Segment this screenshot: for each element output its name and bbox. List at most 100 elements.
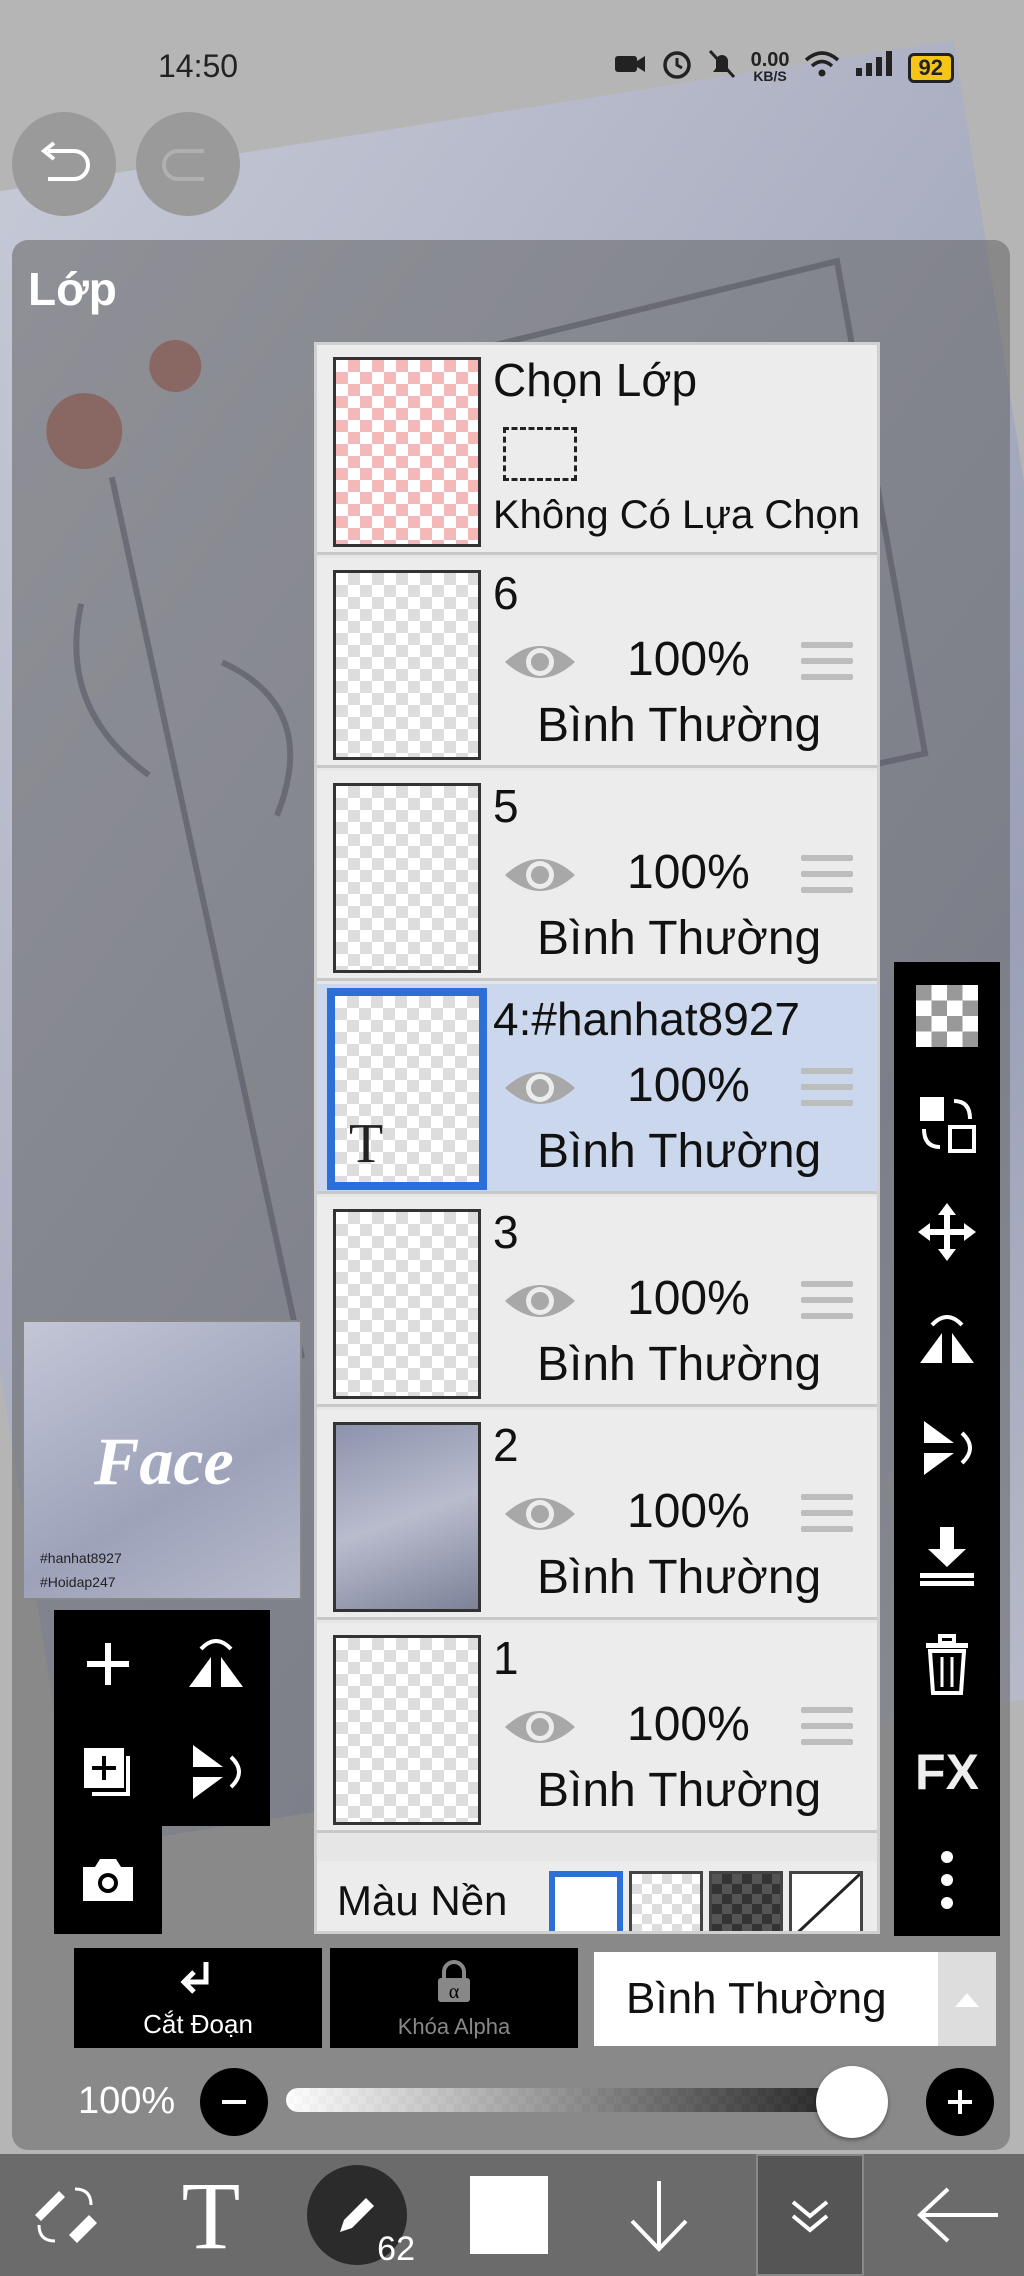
layer-opacity: 100% <box>627 846 750 899</box>
add-layer-button[interactable] <box>54 1610 162 1718</box>
brush-eraser-switch-icon <box>35 2187 97 2243</box>
layer-list[interactable]: Chọn Lớp Không Có Lựa Chọn 6 100% Bình Thư… <box>314 342 880 1934</box>
selection-layer-status: Không Có Lựa Chọn <box>493 493 861 537</box>
layer-row[interactable]: 3 100% Bình Thường <box>317 1197 877 1407</box>
alpha-lock-button[interactable]: α Khóa Alpha <box>330 1948 578 2048</box>
background-label: Màu Nền <box>337 1877 508 1924</box>
drag-handle-icon[interactable] <box>801 642 853 688</box>
layer-tools-grid <box>54 1610 270 1934</box>
background-custom-swatch[interactable] <box>789 1871 863 1931</box>
signal-icon <box>854 50 894 85</box>
opacity-increase-button[interactable] <box>926 2068 994 2136</box>
selection-layer-thumbnail <box>333 357 481 547</box>
lock-icon: α <box>438 1960 470 2003</box>
duplicate-layer-button[interactable] <box>54 1718 162 1826</box>
background-dark-swatch[interactable] <box>709 1871 783 1931</box>
clipping-button[interactable]: Cắt Đoạn <box>74 1948 322 2048</box>
drag-handle-icon[interactable] <box>801 1707 853 1753</box>
collapse-panel-button[interactable] <box>756 2154 864 2276</box>
layer-row[interactable]: 6 100% Bình Thường <box>317 558 877 768</box>
redo-icon <box>162 149 204 181</box>
duplicate-icon <box>84 1748 130 1796</box>
merge-down-button[interactable] <box>894 1506 1000 1606</box>
blend-mode-value: Bình Thường <box>626 1974 887 2023</box>
more-button[interactable] <box>894 1830 1000 1930</box>
color-picker-button[interactable] <box>444 2154 574 2276</box>
camera-icon <box>83 1859 133 1901</box>
opacity-slider[interactable] <box>286 2088 878 2112</box>
brush-size-indicator: 62 <box>307 2165 415 2268</box>
flip-horizontal-icon <box>920 1315 974 1363</box>
right-toolbar: FX <box>894 962 1000 1936</box>
arrow-left-icon <box>917 2187 998 2243</box>
status-icons: 0.00 KB/S 92 <box>613 48 954 87</box>
undo-button[interactable] <box>12 112 116 216</box>
panel-title: Lớp <box>28 263 117 315</box>
flip-layer-vertical-button[interactable] <box>162 1718 270 1826</box>
opacity-slider-thumb[interactable] <box>816 2066 888 2138</box>
alpha-lock-label: Khóa Alpha <box>397 2014 511 2039</box>
trash-icon <box>926 1634 968 1695</box>
blend-mode-select[interactable]: Bình Thường <box>594 1952 996 2046</box>
back-button[interactable] <box>894 2154 1024 2276</box>
layer-blend-mode: Bình Thường <box>537 1764 822 1817</box>
layer-thumbnail <box>333 1635 481 1825</box>
visibility-eye-icon[interactable] <box>503 1701 577 1753</box>
import-photo-button[interactable] <box>54 1826 162 1934</box>
layer-name: 5 <box>493 780 519 832</box>
visibility-eye-icon[interactable] <box>503 1062 577 1114</box>
wifi-icon <box>804 50 840 85</box>
preview-title-text: Face <box>94 1423 234 1499</box>
mute-icon <box>707 48 737 87</box>
diagonal-icon <box>797 1872 862 1931</box>
plus-icon <box>87 1643 129 1685</box>
background-transparent-swatch[interactable] <box>629 1871 703 1931</box>
status-time: 14:50 <box>158 48 239 84</box>
visibility-eye-icon[interactable] <box>503 636 577 688</box>
selection-layer-title: Chọn Lớp <box>493 354 698 406</box>
visibility-eye-icon[interactable] <box>503 1275 577 1327</box>
layer-thumbnail <box>333 570 481 760</box>
canvas-preview[interactable]: Face #hanhat8927 #Hoidap247 <box>22 1320 302 1600</box>
background-white-swatch[interactable] <box>549 1871 623 1931</box>
drag-handle-icon[interactable] <box>801 855 853 901</box>
double-chevron-down-icon <box>791 2200 829 2233</box>
layer-thumbnail <box>333 1422 481 1612</box>
layer-row[interactable]: 2 100% Bình Thường <box>317 1410 877 1620</box>
layer-row[interactable]: T 4:#hanhat8927 100% Bình Thường <box>317 984 877 1194</box>
flip-horizontal-icon <box>189 1639 243 1687</box>
flip-vertical-icon <box>193 1745 241 1799</box>
flip-vertical-icon <box>924 1421 972 1475</box>
selection-layer-row[interactable]: Chọn Lớp Không Có Lựa Chọn <box>317 345 877 555</box>
visibility-eye-icon[interactable] <box>503 849 577 901</box>
tool-switch-button[interactable] <box>0 2154 130 2276</box>
layer-name: 2 <box>493 1419 519 1471</box>
transparency-button[interactable] <box>894 966 1000 1066</box>
fx-button[interactable]: FX <box>894 1722 1000 1822</box>
net-speed: 0.00 KB/S <box>751 50 790 84</box>
layer-blend-mode: Bình Thường <box>537 1125 822 1178</box>
delete-layer-button[interactable] <box>894 1614 1000 1714</box>
flip-vertical-button[interactable] <box>894 1398 1000 1498</box>
opacity-decrease-button[interactable] <box>200 2068 268 2136</box>
move-button[interactable] <box>894 1182 1000 1282</box>
visibility-eye-icon[interactable] <box>503 1488 577 1540</box>
replace-button[interactable] <box>894 1074 1000 1174</box>
layer-row[interactable]: 1 100% Bình Thường <box>317 1623 877 1833</box>
opacity-value: 100% <box>78 2080 176 2122</box>
redo-button[interactable] <box>136 112 240 216</box>
layer-opacity: 100% <box>627 1698 750 1751</box>
layer-row[interactable]: 5 100% Bình Thường <box>317 771 877 981</box>
brush-tool-button[interactable]: 62 <box>292 2154 422 2276</box>
flip-horizontal-button[interactable] <box>894 1290 1000 1390</box>
layer-down-button[interactable] <box>594 2154 724 2276</box>
flip-layer-horizontal-button[interactable] <box>162 1610 270 1718</box>
drag-handle-icon[interactable] <box>801 1494 853 1540</box>
drag-handle-icon[interactable] <box>801 1068 853 1114</box>
text-tool-button[interactable]: T <box>146 2154 276 2276</box>
drag-handle-icon[interactable] <box>801 1281 853 1327</box>
layer-blend-mode: Bình Thường <box>537 1551 822 1604</box>
net-speed-unit: KB/S <box>753 67 787 84</box>
layer-thumbnail: T <box>327 988 487 1190</box>
layer-blend-mode: Bình Thường <box>537 699 822 752</box>
